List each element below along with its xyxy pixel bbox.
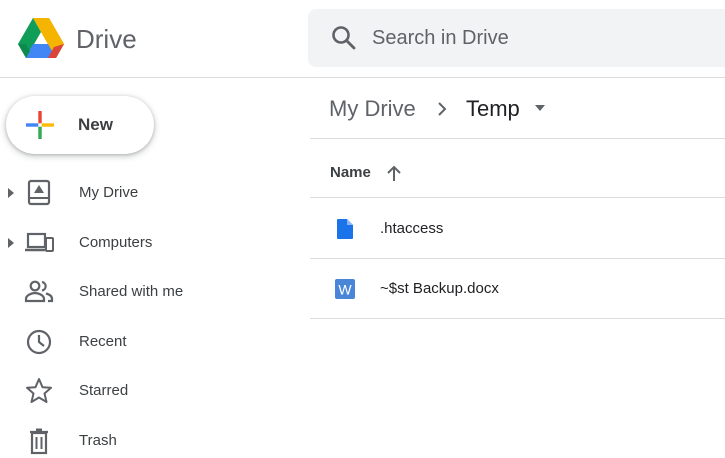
my-drive-icon (24, 179, 54, 207)
new-button[interactable]: New (6, 96, 154, 154)
expand-caret-icon[interactable] (6, 236, 16, 250)
sidebar-item-trash[interactable]: Trash (0, 420, 300, 458)
star-icon (24, 377, 54, 405)
clock-icon (24, 328, 54, 356)
sidebar-item-label: Computers (79, 234, 153, 251)
new-button-label: New (78, 115, 113, 134)
search-box[interactable] (308, 9, 725, 67)
document-file-icon (334, 218, 356, 240)
sidebar-item-recent[interactable]: Recent (0, 321, 300, 363)
sidebar-item-label: Recent (79, 333, 127, 350)
caret-down-icon[interactable] (534, 104, 546, 112)
sidebar-item-shared-with-me[interactable]: Shared with me (0, 271, 300, 313)
sidebar-item-label: Trash (79, 432, 117, 449)
google-drive-logo-icon[interactable] (18, 18, 64, 58)
breadcrumb-my-drive[interactable]: My Drive (329, 95, 416, 123)
breadcrumb: My Drive Temp (310, 79, 725, 139)
plus-icon (24, 109, 56, 141)
sidebar-item-computers[interactable]: Computers (0, 222, 300, 264)
top-bar: Drive (0, 0, 725, 78)
file-list-header: Name (310, 140, 725, 198)
product-name[interactable]: Drive (76, 22, 137, 56)
file-row[interactable]: W ~$st Backup.docx (310, 259, 725, 319)
expand-caret-icon[interactable] (6, 186, 16, 200)
chevron-right-icon (436, 100, 448, 118)
name-column-header[interactable]: Name (330, 163, 371, 183)
search-input[interactable] (370, 19, 700, 57)
sidebar-item-starred[interactable]: Starred (0, 370, 300, 412)
svg-text:W: W (338, 282, 352, 298)
people-icon (24, 278, 54, 306)
file-name: .htaccess (380, 220, 444, 237)
sidebar-item-label: Starred (79, 382, 129, 399)
trash-icon (24, 427, 54, 455)
file-row[interactable]: .htaccess (310, 199, 725, 259)
search-icon[interactable] (330, 24, 358, 52)
main-content: My Drive Temp Name .htaccess W ~$st Back… (310, 79, 725, 458)
sidebar: New My Drive Computers Shared with me Re… (0, 79, 300, 458)
sidebar-item-label: Shared with me (79, 283, 184, 300)
sidebar-item-my-drive[interactable]: My Drive (0, 172, 300, 214)
file-name: ~$st Backup.docx (380, 280, 499, 297)
computers-icon (24, 229, 54, 257)
breadcrumb-current-folder[interactable]: Temp (466, 95, 520, 123)
arrow-up-icon[interactable] (386, 164, 402, 182)
drive-app: Drive New (0, 0, 725, 458)
word-file-icon: W (334, 278, 356, 300)
sidebar-item-label: My Drive (79, 184, 139, 201)
